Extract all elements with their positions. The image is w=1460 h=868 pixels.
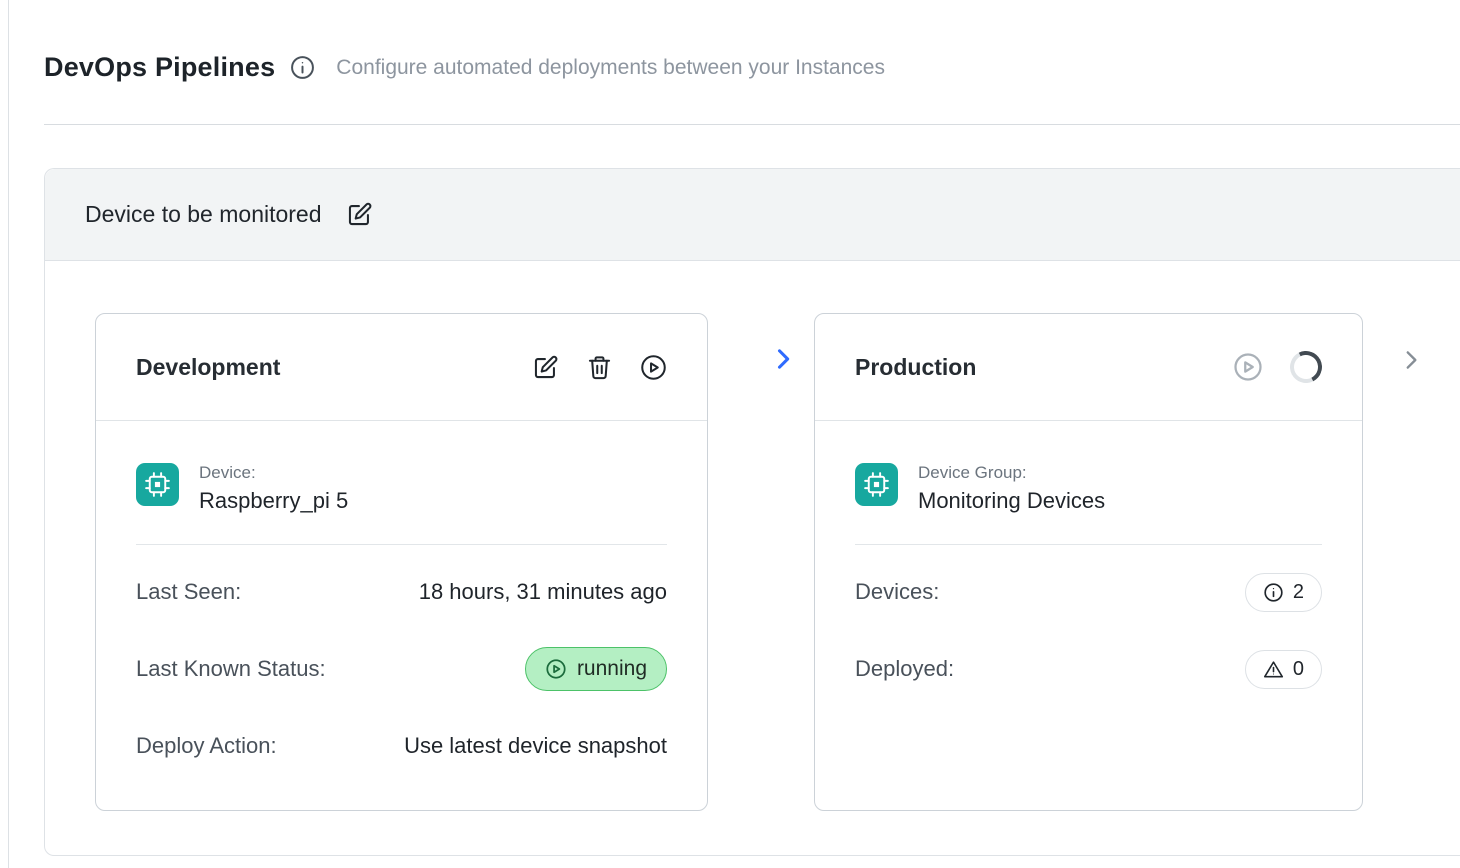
device-label: Device: — [199, 463, 348, 483]
pipeline-panel-header: Device to be monitored — [45, 169, 1460, 261]
production-card-actions — [1233, 351, 1322, 383]
devices-count: 2 — [1293, 581, 1304, 604]
last-seen-row: Last Seen: 18 hours, 31 minutes ago — [136, 569, 667, 615]
devices-row: Devices: 2 — [855, 569, 1322, 615]
device-group-name: Monitoring Devices — [918, 488, 1105, 514]
card-divider — [855, 544, 1322, 545]
delete-icon[interactable] — [586, 354, 613, 381]
pipeline-panel-body: Development — [45, 261, 1460, 854]
loading-spinner — [1286, 347, 1326, 387]
device-name: Raspberry_pi 5 — [199, 488, 348, 514]
edit-icon[interactable] — [532, 354, 559, 381]
pipeline-title: Device to be monitored — [85, 201, 322, 228]
page-title: DevOps Pipelines — [44, 52, 275, 83]
production-card: Production — [814, 313, 1363, 811]
info-icon[interactable] — [290, 55, 315, 80]
last-seen-value: 18 hours, 31 minutes ago — [419, 579, 667, 605]
production-card-header: Production — [815, 314, 1362, 421]
chip-icon — [136, 463, 179, 506]
page-header: DevOps Pipelines Configure automated dep… — [44, 52, 885, 83]
deployed-count: 0 — [1293, 658, 1304, 681]
status-row: Last Known Status: running — [136, 646, 667, 692]
play-circle-icon — [545, 658, 567, 680]
deploy-action-row: Deploy Action: Use latest device snapsho… — [136, 723, 667, 769]
last-seen-label: Last Seen: — [136, 579, 241, 605]
status-label: Last Known Status: — [136, 656, 326, 682]
pipeline-arrow-icon — [769, 345, 797, 373]
deploy-action-label: Deploy Action: — [136, 733, 277, 759]
device-meta: Device: Raspberry_pi 5 — [199, 463, 348, 514]
header-divider — [44, 124, 1460, 125]
run-icon[interactable] — [640, 354, 667, 381]
page-subtitle: Configure automated deployments between … — [336, 56, 885, 80]
devices-count-pill[interactable]: 2 — [1245, 573, 1322, 612]
device-group-meta: Device Group: Monitoring Devices — [918, 463, 1105, 514]
run-icon-disabled[interactable] — [1233, 352, 1263, 382]
status-badge-label: running — [577, 657, 647, 681]
pipeline-panel: Device to be monitored Development — [44, 168, 1460, 856]
device-group-label: Device Group: — [918, 463, 1105, 483]
production-card-title: Production — [855, 354, 1233, 381]
deploy-action-value: Use latest device snapshot — [404, 733, 667, 759]
development-card-header: Development — [96, 314, 707, 421]
development-card-title: Development — [136, 354, 532, 381]
info-icon — [1263, 582, 1284, 603]
scroll-right-chevron-icon[interactable] — [1398, 347, 1424, 373]
development-card: Development — [95, 313, 708, 811]
deployed-label: Deployed: — [855, 656, 954, 682]
page-left-border — [8, 0, 9, 868]
production-card-body: Device Group: Monitoring Devices Devices… — [815, 421, 1362, 692]
card-divider — [136, 544, 667, 545]
status-badge: running — [525, 647, 667, 691]
edit-pipeline-button[interactable] — [346, 201, 373, 228]
device-row: Device: Raspberry_pi 5 — [136, 463, 667, 514]
development-card-actions — [532, 354, 667, 381]
devices-label: Devices: — [855, 579, 939, 605]
development-card-body: Device: Raspberry_pi 5 Last Seen: 18 hou… — [96, 421, 707, 769]
chip-icon — [855, 463, 898, 506]
deployed-row: Deployed: 0 — [855, 646, 1322, 692]
device-group-row: Device Group: Monitoring Devices — [855, 463, 1322, 514]
deployed-count-pill[interactable]: 0 — [1245, 650, 1322, 689]
warning-triangle-icon — [1263, 659, 1284, 680]
